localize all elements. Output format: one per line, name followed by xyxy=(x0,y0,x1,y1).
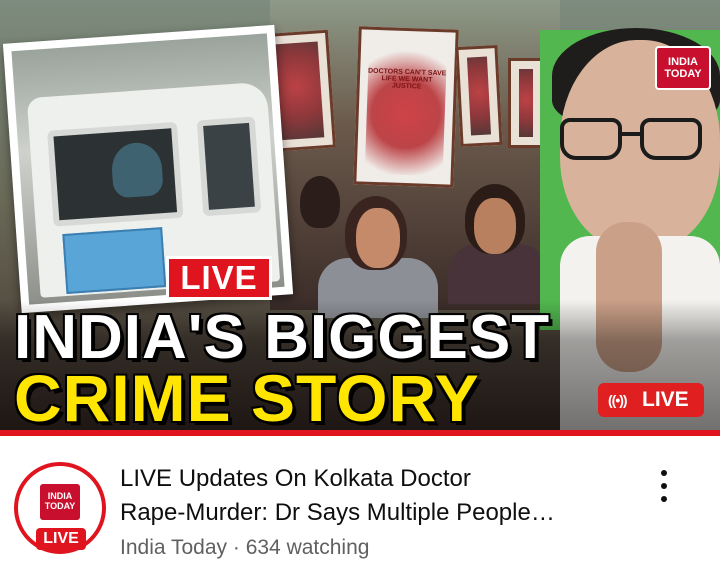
video-title-line-1: LIVE Updates On Kolkata Doctor xyxy=(120,465,471,492)
live-status-pill: ((•)) LIVE xyxy=(598,383,704,417)
video-thumbnail[interactable]: DOCTORS CAN'T SAVE LIFE WE WANT JUSTICE … xyxy=(0,0,720,436)
headline-line-2: CRIME STORY xyxy=(14,361,480,435)
poster-text: DOCTORS CAN'T SAVE LIFE WE WANT JUSTICE xyxy=(367,67,447,91)
india-today-corner-logo: INDIA TODAY xyxy=(655,46,711,90)
protest-poster xyxy=(455,44,503,148)
more-vertical-icon[interactable] xyxy=(650,468,678,504)
thumbnail-live-tag: LIVE xyxy=(166,256,272,300)
radio-broadcast-icon: ((•)) xyxy=(608,392,628,408)
protest-poster-main: DOCTORS CAN'T SAVE LIFE WE WANT JUSTICE xyxy=(353,26,459,188)
video-title-line-2: Rape-Murder: Dr Says Multiple People… xyxy=(120,499,555,526)
video-title[interactable]: LIVE Updates On Kolkata Doctor Rape-Murd… xyxy=(120,462,620,530)
india-today-logo: INDIA TODAY xyxy=(40,484,80,520)
protest-poster xyxy=(508,58,544,148)
live-progress-bar xyxy=(0,430,720,436)
blue-box xyxy=(62,227,167,294)
video-meta: India Today · 634 watching xyxy=(120,536,370,559)
protester-face xyxy=(474,198,516,254)
avatar-live-badge: LIVE xyxy=(36,528,86,550)
van-window xyxy=(196,116,262,217)
protester-head xyxy=(300,176,340,228)
glasses-icon xyxy=(560,118,710,166)
live-pill-label: LIVE xyxy=(642,388,689,411)
protester-face xyxy=(356,208,400,268)
channel-avatar[interactable]: INDIA TODAY LIVE xyxy=(14,462,106,554)
